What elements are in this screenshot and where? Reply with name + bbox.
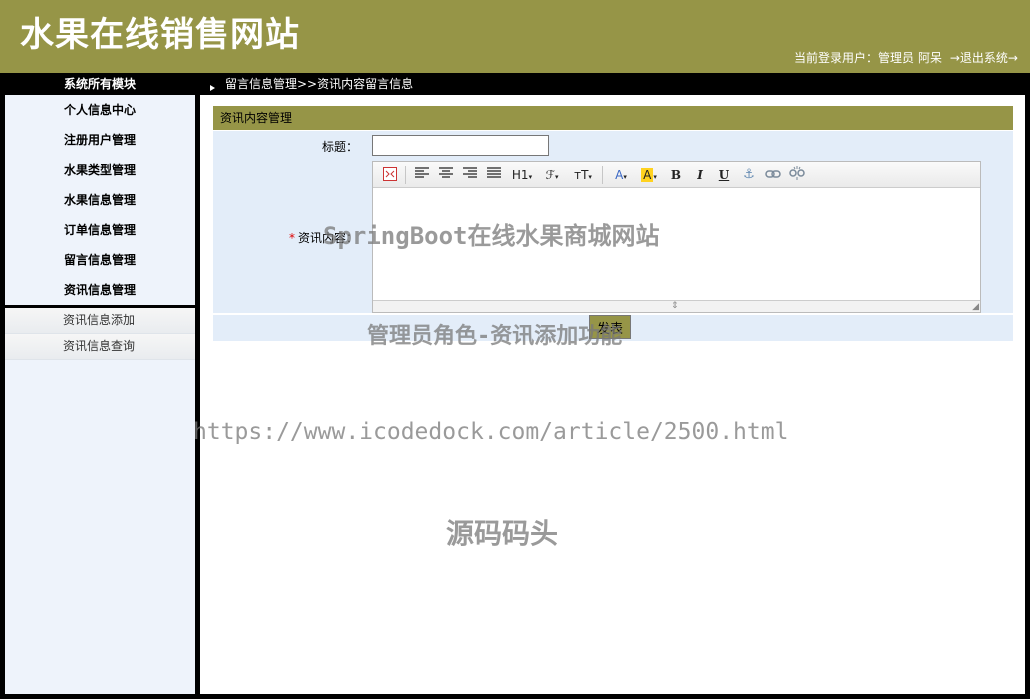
required-mark: * <box>288 231 295 245</box>
content-row: * 资讯内容： H1▾ ℱ▾ тT▾ A▾ A ▾ B I U ⚓ ⇕ ◢ <box>213 159 1013 313</box>
editor-content-area[interactable] <box>373 189 980 300</box>
editor-toolbar: H1▾ ℱ▾ тT▾ A▾ A ▾ B I U ⚓ <box>373 162 980 188</box>
align-center-icon[interactable] <box>437 166 455 184</box>
content-label-wrap: * 资讯内容： <box>289 229 358 246</box>
heading-icon: H1 <box>511 168 529 182</box>
resize-grip-icon[interactable]: ◢ <box>972 302 979 312</box>
sidebar-item-fruit-info-management[interactable]: 水果信息管理 <box>5 185 195 215</box>
submit-button[interactable]: 发表 <box>589 315 631 339</box>
main-content: 资讯内容管理 标题： * 资讯内容： H1▾ ℱ▾ тT▾ A▾ A ▾ B I… <box>200 95 1025 694</box>
italic-icon[interactable]: I <box>692 166 708 184</box>
heading-dropdown[interactable]: H1▾ <box>509 166 535 184</box>
logout-link[interactable]: →退出系统→ <box>950 51 1018 65</box>
bg-color-dropdown[interactable]: A ▾ <box>638 166 660 184</box>
sidebar-heading: 系统所有模块 <box>63 77 136 91</box>
align-justify-icon[interactable] <box>485 166 503 184</box>
content-label: 资讯内容： <box>297 231 358 245</box>
sidebar-item-message-management[interactable]: 留言信息管理 <box>5 245 195 275</box>
source-code-icon[interactable] <box>381 166 399 184</box>
header: 水果在线销售网站 当前登录用户：管理员 阿呆 →退出系统→ <box>0 0 1030 73</box>
rich-text-editor: H1▾ ℱ▾ тT▾ A▾ A ▾ B I U ⚓ ⇕ ◢ <box>372 161 981 313</box>
font-family-icon: ℱ <box>545 168 555 182</box>
underline-icon[interactable]: U <box>716 166 732 184</box>
unlink-icon[interactable] <box>788 166 806 184</box>
bold-icon[interactable]: B <box>668 166 684 184</box>
font-size-dropdown[interactable]: тT▾ <box>571 166 595 184</box>
sidebar-item-user-management[interactable]: 注册用户管理 <box>5 125 195 155</box>
sidebar-subitem-news-add[interactable]: 资讯信息添加 <box>5 308 195 334</box>
editor-footer: ⇕ ◢ <box>373 300 980 312</box>
breadcrumb-text: 留言信息管理>>资讯内容留言信息 <box>225 77 414 91</box>
site-title: 水果在线销售网站 <box>20 15 300 55</box>
bg-color-icon: A <box>641 168 654 182</box>
font-color-dropdown[interactable]: A▾ <box>610 166 632 184</box>
breadcrumb: 留言信息管理>>资讯内容留言信息 <box>210 73 413 95</box>
user-info: 当前登录用户：管理员 阿呆 →退出系统→ <box>790 49 1018 66</box>
toolbar-separator <box>602 166 603 184</box>
current-user-name: 阿呆 <box>918 51 943 65</box>
title-label: 标题： <box>321 140 358 154</box>
top-bar: 系统所有模块 留言信息管理>>资讯内容留言信息 <box>0 73 1030 95</box>
sidebar: 个人信息中心 注册用户管理 水果类型管理 水果信息管理 订单信息管理 留言信息管… <box>5 95 195 694</box>
current-user-label: 当前登录用户：管理员 <box>794 51 915 65</box>
font-size-icon: тT <box>574 168 589 182</box>
sidebar-item-personal-center[interactable]: 个人信息中心 <box>5 95 195 125</box>
sidebar-subitem-news-query[interactable]: 资讯信息查询 <box>5 334 195 360</box>
breadcrumb-arrow-icon <box>210 84 215 91</box>
align-right-icon[interactable] <box>461 166 479 184</box>
font-family-dropdown[interactable]: ℱ▾ <box>541 166 563 184</box>
title-input[interactable] <box>372 135 549 156</box>
sidebar-item-news-management[interactable]: 资讯信息管理 <box>5 275 195 305</box>
submit-row: 发表 <box>213 315 1013 341</box>
align-left-icon[interactable] <box>413 166 431 184</box>
toolbar-separator <box>405 166 406 184</box>
sidebar-item-fruit-type-management[interactable]: 水果类型管理 <box>5 155 195 185</box>
anchor-icon[interactable]: ⚓ <box>740 166 758 184</box>
vertical-resize-icon[interactable]: ⇕ <box>671 301 679 312</box>
title-row: 标题： <box>213 131 1013 159</box>
sidebar-item-order-management[interactable]: 订单信息管理 <box>5 215 195 245</box>
link-icon[interactable] <box>764 166 782 184</box>
panel-title: 资讯内容管理 <box>213 106 1013 130</box>
